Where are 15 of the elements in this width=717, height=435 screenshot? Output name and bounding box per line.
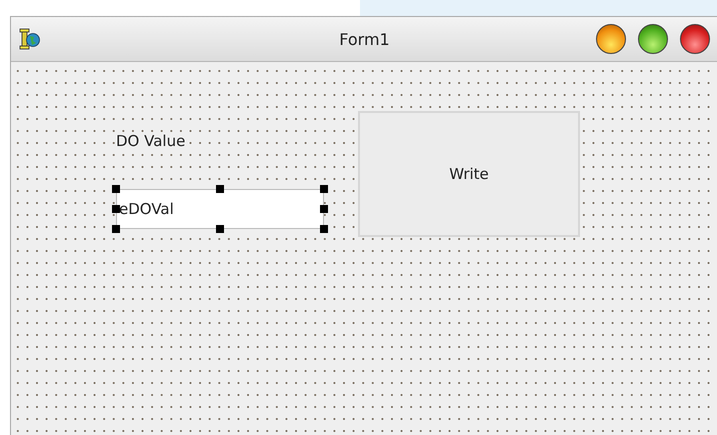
minimize-button[interactable] — [596, 24, 626, 54]
resize-handle[interactable] — [320, 205, 328, 213]
resize-handle[interactable] — [320, 185, 328, 193]
resize-handle[interactable] — [216, 185, 224, 193]
resize-handle[interactable] — [112, 205, 120, 213]
resize-handle[interactable] — [112, 225, 120, 233]
resize-handle[interactable] — [112, 185, 120, 193]
close-button[interactable] — [680, 24, 710, 54]
maximize-button[interactable] — [638, 24, 668, 54]
globe-pillar-icon — [19, 28, 41, 50]
write-button[interactable]: Write — [358, 111, 580, 237]
resize-handle[interactable] — [216, 225, 224, 233]
window-title: Form1 — [339, 30, 390, 48]
input-field[interactable]: eDOVal — [116, 189, 324, 229]
resize-handle[interactable] — [320, 225, 328, 233]
